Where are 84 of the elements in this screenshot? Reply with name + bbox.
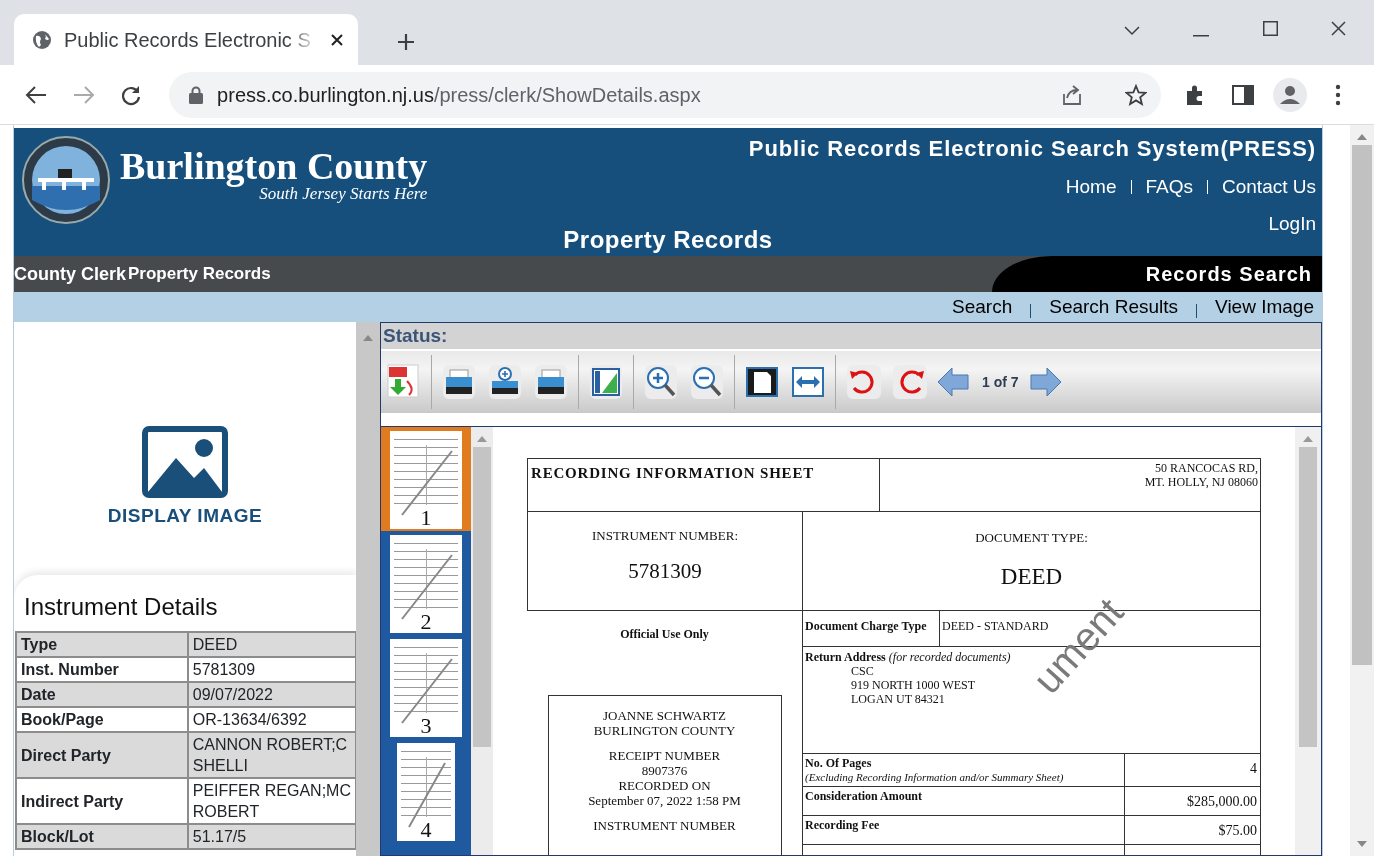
breadcrumb-link[interactable]: Property Records <box>128 261 271 287</box>
address-line: MT. HOLLY, NJ 08060 <box>1144 475 1258 489</box>
page-indicator: 1 of 7 <box>982 372 1019 392</box>
field-label: Direct Party <box>16 732 188 778</box>
new-tab-icon[interactable] <box>396 31 416 52</box>
thumbnails-icon[interactable] <box>587 363 625 401</box>
image-icon <box>142 426 228 499</box>
back-icon[interactable] <box>24 84 47 105</box>
county-name: Burlington County <box>120 147 428 185</box>
maximize-icon[interactable] <box>1263 21 1278 37</box>
section-title: Records Search <box>1145 262 1312 287</box>
globe-icon <box>32 29 52 50</box>
tab-title: Public Records Electronic S <box>64 27 312 53</box>
breadcrumb-link[interactable]: County Clerk <box>14 260 127 288</box>
county-seal-icon <box>22 135 110 224</box>
print-icon[interactable] <box>440 363 478 401</box>
subnav-link[interactable]: View Image <box>1215 292 1314 322</box>
close-icon[interactable] <box>1331 21 1346 37</box>
field-label: Consideration Amount <box>805 789 924 803</box>
print-icon[interactable] <box>532 363 570 401</box>
field-value: 4 <box>1250 761 1257 776</box>
lock-icon <box>189 85 204 104</box>
browser-tab[interactable]: Public Records Electronic S <box>14 14 358 65</box>
zoom-out-icon[interactable] <box>688 363 726 401</box>
sheet-title: RECORDING INFORMATION SHEET <box>531 465 815 481</box>
nav-link[interactable]: Contact Us <box>1222 173 1316 202</box>
official-use-label: Official Use Only <box>620 626 709 643</box>
rotate-right-icon[interactable] <box>890 363 928 401</box>
url-text: press.co.burlington.nj.us/press/clerk/ShowDetails.aspx <box>217 82 702 108</box>
scrollbar-thumb[interactable] <box>473 447 491 747</box>
field-note: (Excluding Recording Information and/or Summary Sheet) <box>805 770 1065 784</box>
nav-link[interactable]: FAQs <box>1145 173 1193 202</box>
menu-icon[interactable] <box>1335 83 1342 106</box>
instrument-number: 5781309 <box>628 557 702 585</box>
status-label: Status: <box>383 325 448 346</box>
zoom-in-icon[interactable] <box>642 363 680 401</box>
display-image-button[interactable]: DISPLAY IMAGE <box>14 322 356 575</box>
field-value: $285,000.00 <box>1187 794 1257 809</box>
page-thumbnail[interactable]: 4 <box>381 739 471 843</box>
page-title: Property Records <box>563 226 773 253</box>
scrollbar-thumb[interactable] <box>1299 447 1317 747</box>
field-label: Recording Fee <box>805 818 881 832</box>
document-type: DEED <box>1000 562 1063 591</box>
page-thumbnail[interactable]: 3 <box>381 635 471 739</box>
address-bar[interactable]: press.co.burlington.nj.us/press/clerk/ShowDetails.aspx <box>169 71 1162 118</box>
stamp-line: BURLINGTON COUNTY <box>593 723 736 738</box>
field-value: $75.00 <box>1218 823 1257 838</box>
nav-link[interactable]: Home <box>1065 173 1117 202</box>
system-title: Public Records Electronic Search System(PRESS) <box>748 135 1316 163</box>
address-line: CSC <box>851 664 875 678</box>
profile-icon[interactable] <box>1273 77 1308 112</box>
minimize-icon[interactable] <box>1193 34 1209 37</box>
scroll-up-icon[interactable] <box>1357 133 1367 141</box>
subnav-link[interactable]: Search <box>952 292 1013 322</box>
print-preview-icon[interactable] <box>486 363 524 401</box>
close-icon[interactable] <box>330 32 344 47</box>
field-value: DEED <box>187 632 356 657</box>
field-label: No. Of Pages <box>805 756 873 770</box>
page-thumbnail[interactable]: 1 <box>381 427 471 531</box>
login-link[interactable]: LogIn <box>1268 209 1316 238</box>
stamp-line: 8907376 <box>641 763 688 778</box>
stamp-line: September 07, 2022 1:58 PM <box>588 793 741 808</box>
scroll-down-icon[interactable] <box>1357 840 1367 848</box>
share-icon[interactable] <box>1061 83 1084 106</box>
field-label: INSTRUMENT NUMBER: <box>592 527 738 545</box>
rotate-left-icon[interactable] <box>844 363 882 401</box>
stamp-line: RECORDED ON <box>618 778 711 793</box>
section-heading: Instrument Details <box>24 592 219 622</box>
stamp-line: INSTRUMENT NUMBER <box>593 818 736 833</box>
chevron-down-icon[interactable] <box>1124 23 1140 36</box>
page-thumbnail[interactable]: 2 <box>381 531 471 635</box>
address-line: 50 RANCOCAS RD, <box>1154 461 1258 475</box>
stamp-line: RECEIPT NUMBER <box>608 748 721 763</box>
stamp-line: JOANNE SCHWARTZ <box>602 708 727 723</box>
field-label: Type <box>16 632 188 657</box>
address-line: LOGAN UT 84321 <box>851 692 946 706</box>
subnav-link[interactable]: Search Results <box>1049 292 1179 322</box>
side-panel-icon[interactable] <box>1231 84 1254 105</box>
field-label: DOCUMENT TYPE: <box>975 529 1088 547</box>
scrollbar-thumb[interactable] <box>1352 145 1372 665</box>
field-label: Date <box>16 682 188 707</box>
field-label: Block/Lot <box>16 824 188 849</box>
bookmark-star-icon[interactable] <box>1125 83 1148 106</box>
field-label: Document Charge Type <box>805 619 927 633</box>
